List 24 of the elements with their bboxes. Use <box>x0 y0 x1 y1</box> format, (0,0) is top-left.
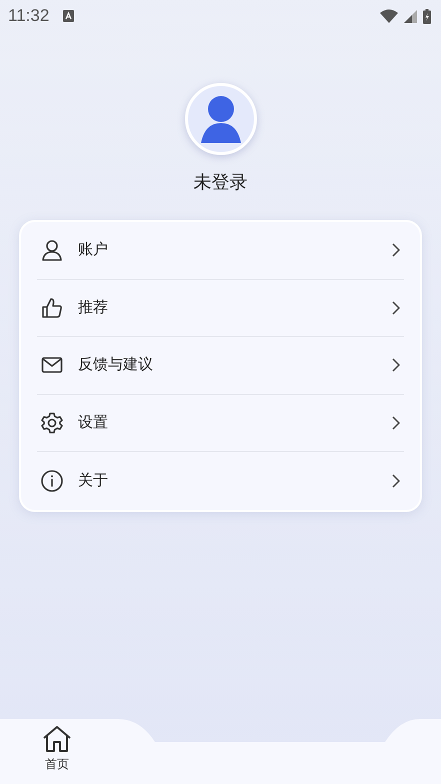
menu-item[interactable]: 设置 <box>37 394 404 452</box>
home-icon <box>42 725 72 753</box>
signal-icon <box>404 10 417 22</box>
status-time: 11:32 <box>8 5 50 28</box>
avatar[interactable] <box>184 83 256 155</box>
thumbs-up-icon <box>41 296 63 319</box>
login-status[interactable]: 未登录 <box>194 169 248 196</box>
menu-item[interactable]: 账户 <box>37 222 404 280</box>
person-icon <box>41 239 63 262</box>
keyboard-icon <box>63 10 74 22</box>
chevron-right-icon <box>392 474 400 488</box>
chevron-right-icon <box>392 358 400 372</box>
menu-item[interactable]: 推荐 <box>37 280 404 337</box>
chevron-right-icon <box>392 300 400 315</box>
wifi-icon <box>380 9 398 23</box>
info-icon <box>41 470 63 492</box>
user-avatar-icon <box>200 95 240 143</box>
menu-item[interactable]: 反馈与建议 <box>37 337 404 394</box>
chevron-right-icon <box>392 416 400 430</box>
chevron-right-icon <box>392 243 400 258</box>
settings-icon <box>41 412 63 434</box>
nav-tab[interactable]: 首页 <box>27 725 87 773</box>
battery-icon <box>423 8 431 24</box>
menu-item[interactable]: 关于 <box>37 452 404 510</box>
